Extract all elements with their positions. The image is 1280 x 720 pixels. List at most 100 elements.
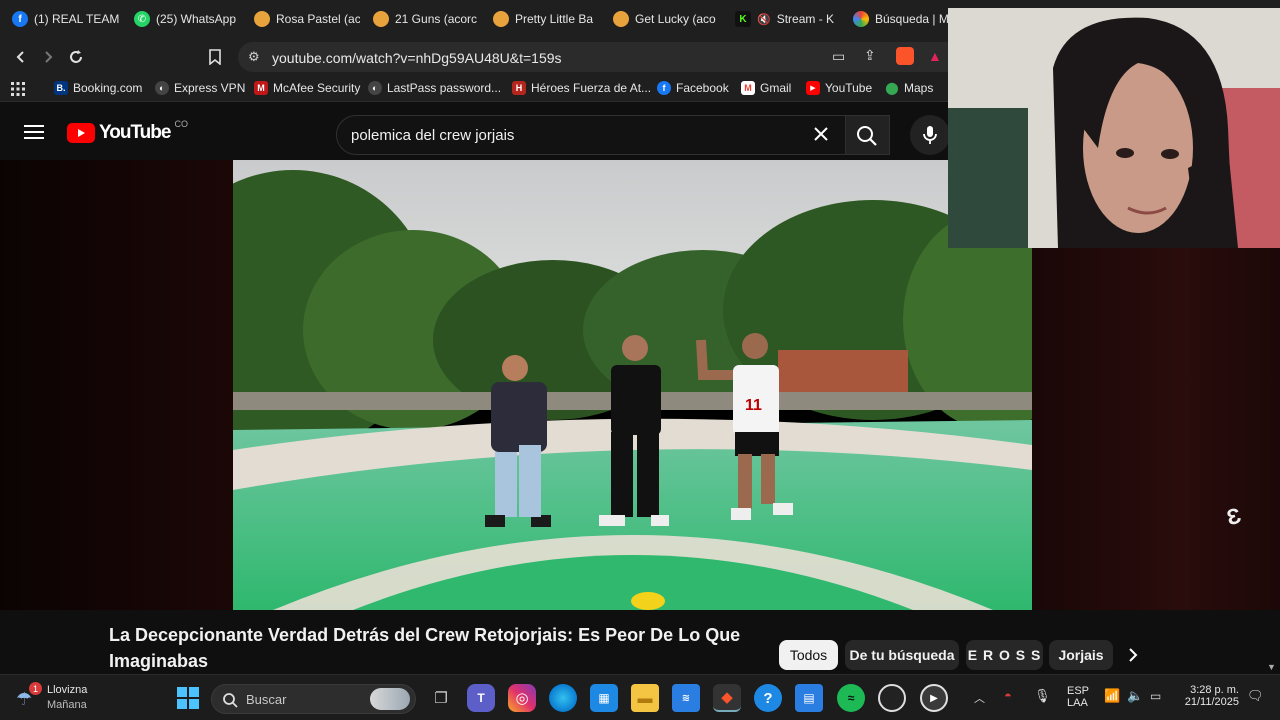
bookmark-mcafee[interactable]: M McAfee Security (254, 81, 360, 95)
youtube-play-logo-icon (67, 123, 95, 143)
tab-kick-stream[interactable]: K 🔇 Stream - K (735, 6, 835, 32)
chip-eross[interactable]: E R O S S (966, 640, 1043, 670)
youtube-logo[interactable]: YouTube CO (67, 119, 188, 144)
back-button[interactable] (10, 46, 32, 68)
spotify-button[interactable]: ≈ (837, 684, 865, 712)
weather-widget[interactable]: ☂ 1 Llovizna Mañana (14, 681, 94, 715)
youtube-icon: ▶ (806, 81, 820, 95)
reload-button[interactable] (65, 46, 87, 68)
player-backdrop-right: Ɛ (1032, 248, 1280, 610)
bookmark-label: Maps (904, 81, 934, 95)
apps-button[interactable] (10, 81, 26, 97)
app-icon: ≋ (681, 692, 691, 704)
whatsapp-icon: ✆ (134, 11, 150, 27)
heroes-icon: H (512, 81, 526, 95)
clear-search-button[interactable] (811, 124, 831, 149)
bookmark-expressvpn[interactable]: ◐ Express VPN (155, 81, 245, 95)
video-frame[interactable]: 11 (233, 160, 1032, 610)
brave-shield-icon (254, 11, 270, 27)
windows-taskbar: ☂ 1 Llovizna Mañana Buscar ❐ T ◎ ▦ ▬ ≋ ◆… (0, 674, 1280, 720)
wifi-icon[interactable]: 📶 (1104, 688, 1120, 704)
bookmark-maps[interactable]: ⬤ Maps (885, 81, 933, 95)
apps-grid-icon (11, 82, 25, 96)
bookmark-facebook[interactable]: f Facebook (657, 81, 729, 95)
weather-condition: Llovizna (47, 684, 88, 696)
tab-busqueda[interactable]: Búsqueda | M (853, 6, 948, 32)
tab-real-team[interactable]: f (1) REAL TEAM (12, 6, 122, 32)
chip-jorjais[interactable]: Jorjais (1049, 640, 1113, 670)
site-settings-icon[interactable]: ⚙ (248, 49, 260, 65)
brave-lion-icon: ◆ (721, 689, 733, 706)
brave-browser-button[interactable]: ◆ (713, 684, 741, 712)
bookmark-booking[interactable]: B. Booking.com (54, 81, 142, 95)
chips-next-button[interactable] (1124, 646, 1142, 669)
voice-search-button[interactable] (910, 115, 950, 155)
edge-button[interactable] (549, 684, 577, 712)
search-input[interactable]: polemica del crew jorjais (336, 115, 846, 155)
search-button[interactable] (846, 115, 890, 155)
brave-rewards-icon[interactable]: ▲ (928, 48, 942, 64)
date: 21/11/2025 (1184, 696, 1239, 708)
maps-pin-icon: ⬤ (885, 81, 899, 95)
task-view-button[interactable]: ❐ (427, 684, 455, 712)
tray-app-icon[interactable]: ◓ (1004, 688, 1012, 703)
webcam-person-image (948, 8, 1280, 248)
app-button[interactable]: ≋ (672, 684, 700, 712)
search-query-text: polemica del crew jorjais (351, 127, 515, 144)
tab-label: Pretty Little Ba (515, 12, 594, 26)
instagram-button[interactable]: ◎ (508, 684, 536, 712)
language-code: ESP (1067, 685, 1090, 697)
battery-icon[interactable]: ▭ (1150, 689, 1161, 703)
app-two-icon: ▤ (803, 691, 815, 705)
language-indicator[interactable]: ESP LAA (1067, 685, 1089, 709)
tab-21-guns[interactable]: 21 Guns (acorc (373, 6, 479, 32)
hamburger-menu-button[interactable] (24, 124, 44, 140)
bookmark-button[interactable] (204, 46, 226, 68)
store-icon: ▦ (598, 691, 610, 705)
bookmark-gmail[interactable]: M Gmail (741, 81, 791, 95)
notifications-icon[interactable]: 🗨 (1247, 688, 1264, 704)
tab-rosa-pastel[interactable]: Rosa Pastel (ac (254, 6, 360, 32)
forward-button[interactable] (37, 46, 59, 68)
address-bar[interactable]: ⚙ youtube.com/watch?v=nhDg59AU48U&t=159s… (238, 42, 948, 72)
bookmark-label: Héroes Fuerza de At... (531, 81, 652, 95)
play-icon: ▶ (930, 692, 938, 704)
cast-icon[interactable]: ▭ (832, 48, 845, 65)
country-code: CO (174, 119, 188, 129)
show-hidden-icons-button[interactable]: ︿ (974, 690, 985, 706)
help-button[interactable]: ? (754, 684, 782, 712)
tab-label: Rosa Pastel (ac (276, 12, 360, 26)
tab-pretty-little[interactable]: Pretty Little Ba (493, 6, 599, 32)
bookmark-label: Express VPN (174, 81, 246, 95)
chip-todos[interactable]: Todos (779, 640, 838, 670)
tab-get-lucky[interactable]: Get Lucky (aco (613, 6, 719, 32)
app-two-button[interactable]: ▤ (795, 684, 823, 712)
ms-store-button[interactable]: ▦ (590, 684, 618, 712)
bookmark-heroes[interactable]: H Héroes Fuerza de At... (512, 81, 651, 95)
chip-de-tu-busqueda[interactable]: De tu búsqueda (845, 640, 959, 670)
share-icon[interactable]: ⇪ (864, 47, 876, 64)
search-icon (223, 693, 238, 708)
bookmark-lastpass[interactable]: ◐ LastPass password... (368, 81, 501, 95)
reload-icon (70, 50, 82, 63)
windows-logo-icon (177, 687, 199, 709)
taskbar-search-box[interactable]: Buscar (211, 684, 416, 714)
tab-whatsapp[interactable]: ✆ (25) WhatsApp (134, 6, 244, 32)
spotify-icon: ≈ (847, 691, 855, 705)
volume-icon[interactable]: 🔈 (1127, 688, 1143, 704)
back-arrow-icon (16, 51, 24, 63)
brave-shields-icon[interactable] (896, 47, 914, 65)
obs-button[interactable] (878, 684, 906, 712)
media-player-button[interactable]: ▶ (920, 684, 948, 712)
teams-button[interactable]: T (467, 684, 495, 712)
scroll-down-arrow-icon[interactable]: ▼ (1267, 662, 1276, 672)
muted-icon[interactable]: 🔇 (757, 13, 771, 26)
search-placeholder: Buscar (246, 692, 287, 707)
bookmark-label: Facebook (676, 81, 729, 95)
microphone-tray-icon[interactable]: 🎙 (1034, 688, 1051, 704)
start-button[interactable] (174, 684, 202, 712)
clock[interactable]: 3:28 p. m. 21/11/2025 (1181, 684, 1239, 708)
instagram-icon: ◎ (515, 690, 529, 707)
bookmark-youtube[interactable]: ▶ YouTube (806, 81, 872, 95)
file-explorer-button[interactable]: ▬ (631, 684, 659, 712)
